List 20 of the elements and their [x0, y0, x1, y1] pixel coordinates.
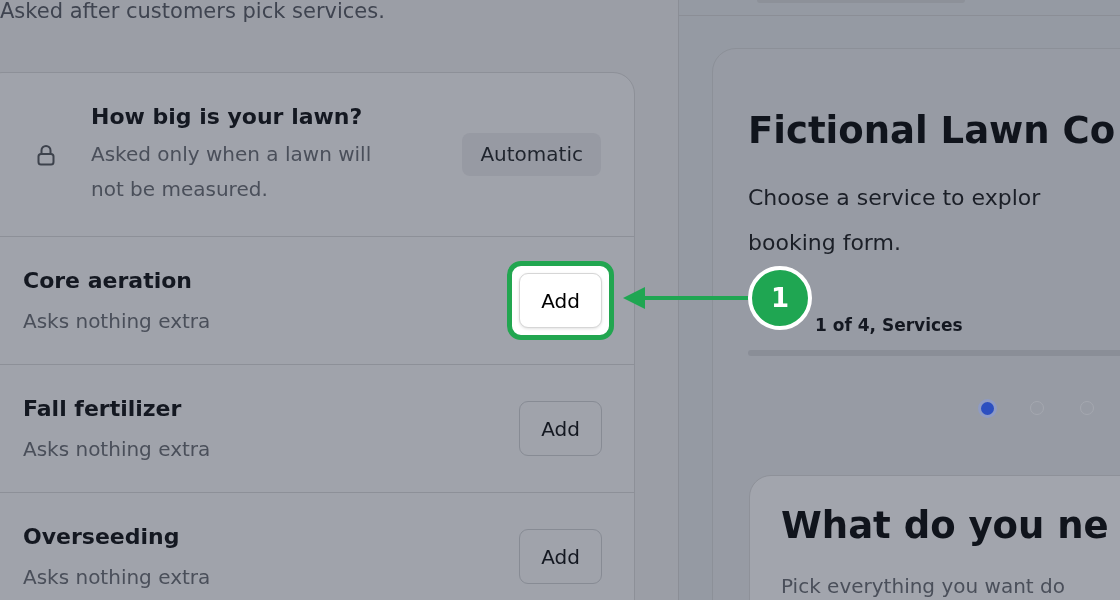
lock-icon: [37, 143, 55, 166]
service-title: Overseeding: [23, 522, 181, 551]
form-heading: What do you ne: [781, 504, 1110, 548]
step-dot-icon[interactable]: [977, 398, 997, 418]
question-title: How big is your lawn?: [91, 103, 364, 131]
intro-text: Choose a service to explor booking form.: [748, 184, 1042, 257]
service-description: Asks nothing extra: [23, 435, 211, 463]
service-title: Core aeration: [23, 266, 193, 295]
question-description: Asked only when a lawn will not be measured.: [91, 141, 373, 203]
section-note: Asked after customers pick services.: [0, 0, 386, 22]
service-description: Asks nothing extra: [23, 307, 211, 335]
add-button[interactable]: Add: [519, 529, 602, 584]
form-subheading: Pick everything you want do: [781, 574, 1066, 598]
add-button[interactable]: Add: [519, 401, 602, 456]
step-label: 1 of 4, Services: [815, 314, 963, 336]
business-title: Fictional Lawn Co: [748, 109, 1117, 153]
automatic-badge: Automatic: [462, 133, 601, 176]
service-description: Asks nothing extra: [23, 563, 211, 591]
service-title: Fall fertilizer: [23, 394, 183, 423]
add-button[interactable]: Add: [519, 273, 602, 328]
